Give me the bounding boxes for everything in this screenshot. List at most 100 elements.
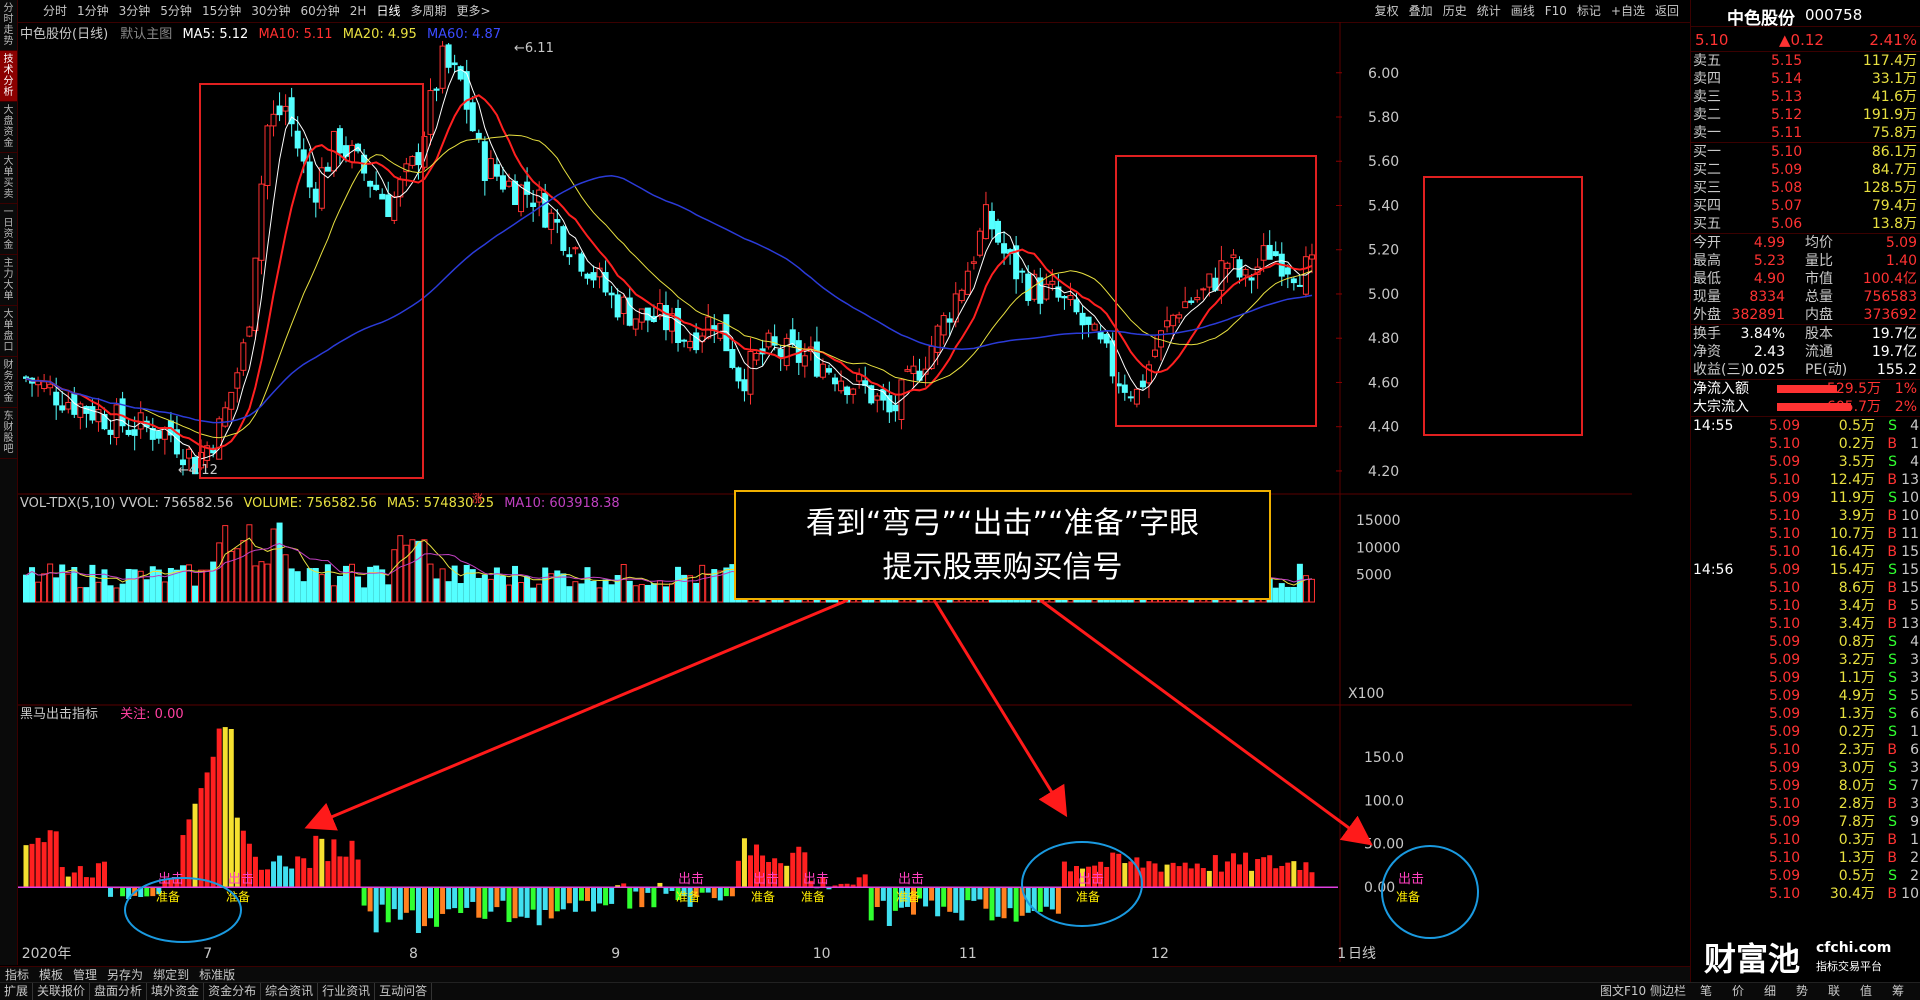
volume-bar [584,567,591,603]
left-tab[interactable]: 东财股吧 [0,408,17,459]
bid-row[interactable]: 买二 5.09 84.7万 [1691,161,1920,179]
trade-ticks[interactable]: 14:55 5.09 0.5万 S 4 5.10 0.2万 B 1 5.09 3.5万 S 4 5.10 1… [1691,417,1920,903]
period-tab[interactable]: 更多> [451,0,495,22]
left-tab[interactable]: 技术分析 [0,51,17,102]
indicator-bar [566,887,572,904]
period-tab[interactable]: 1分钟 [72,0,114,22]
indicator-bar [421,887,427,927]
ask-row[interactable]: 卖三 5.13 41.6万 [1691,88,1920,106]
candle-body [1067,295,1074,300]
indicator-bar [1194,863,1200,888]
left-tab[interactable]: 大单盘口 [0,306,17,357]
left-tab[interactable]: 大盘资金 [0,102,17,153]
highlight-box [1115,155,1317,427]
bid-row[interactable]: 买四 5.07 79.4万 [1691,197,1920,215]
status-tab[interactable]: 互动问答 [375,983,433,1000]
trade-price: 5.09 [1769,688,1801,704]
volume-bar [614,575,621,603]
book-volume: 117.4万 [1862,53,1917,69]
period-tab[interactable]: 15分钟 [197,0,246,22]
period-tab[interactable]: 5分钟 [155,0,197,22]
quote-tab[interactable]: 细 [1754,983,1786,1000]
quote-tab[interactable]: 联 [1818,983,1850,1000]
indicator-tab[interactable]: 标准版 [194,967,240,983]
indicator-bar [741,838,747,888]
candle-body [300,149,307,162]
period-tab[interactable]: 分时 [38,0,72,22]
volume-bar [505,584,512,603]
price-tick-label: 6.00 [1368,66,1399,82]
period-tab[interactable]: 2H [345,0,372,22]
quote-tab[interactable]: 筹 [1882,983,1914,1000]
toolbar-action[interactable]: 叠加 [1404,0,1438,22]
left-tab[interactable]: 大单买卖 [0,153,17,204]
ask-row[interactable]: 卖一 5.11 75.8万 [1691,124,1920,142]
indicator-tab[interactable]: 指标 [0,967,34,983]
candle-body [518,184,525,213]
toolbar-action[interactable]: 复权 [1370,0,1404,22]
marker-zhang: 涨 [472,492,483,505]
indicator-bar [953,887,959,913]
ask-row[interactable]: 卖二 5.12 191.9万 [1691,106,1920,124]
indicator-bar [1164,864,1170,888]
toolbar-action[interactable]: 标记 [1572,0,1606,22]
indicator-tab[interactable]: 绑定到 [148,967,194,983]
volume-bar [77,587,84,603]
bid-row[interactable]: 买一 5.10 86.1万 [1691,143,1920,161]
toolbar-action[interactable]: 返回 [1650,0,1684,22]
indicator-tab[interactable]: 另存为 [102,967,148,983]
quote-tab[interactable]: 值 [1850,983,1882,1000]
signal-chuji: 出击 [1398,872,1424,887]
trade-row: 14:56 5.09 15.4万 S 15 [1691,561,1920,579]
toolbar-action[interactable]: F10 [1540,0,1572,22]
status-tab[interactable]: 综合资讯 [261,983,319,1000]
period-tab[interactable]: 日线 [371,0,405,22]
status-tab[interactable]: 资金分布 [204,983,262,1000]
indicator-bar [572,887,578,912]
bid-row[interactable]: 买五 5.06 13.8万 [1691,215,1920,233]
left-tab[interactable]: 一日资金 [0,204,17,255]
indicator-bar [1224,861,1230,888]
trade-count: 4 [1910,634,1919,650]
period-tab[interactable]: 30分钟 [246,0,295,22]
candle-body [958,289,965,302]
toolbar-action[interactable]: +自选 [1606,0,1650,22]
bid-row[interactable]: 买三 5.08 128.5万 [1691,179,1920,197]
indicator-tab[interactable]: 模板 [34,967,68,983]
left-tab[interactable]: 主力大单 [0,255,17,306]
period-tab[interactable]: 多周期 [405,0,451,22]
status-right[interactable]: 图文F10 侧边栏 [1600,983,1686,1000]
indicator-bar [494,887,500,908]
trade-side: S [1888,688,1897,704]
indicator-bar [150,887,156,897]
quote-tab[interactable]: 势 [1786,983,1818,1000]
ask-row[interactable]: 卖五 5.15 117.4万 [1691,52,1920,70]
ask-row[interactable]: 卖四 5.14 33.1万 [1691,70,1920,88]
trade-price: 5.09 [1769,670,1801,686]
left-tab[interactable]: 分时走势 [0,0,17,51]
indicator-bar [1309,872,1315,888]
candle-body [560,226,567,251]
candle-body [753,352,760,361]
status-tab[interactable]: 扩展 [0,983,34,1000]
period-tab[interactable]: 60分钟 [296,0,345,22]
stat-cell: 市值 [1805,271,1833,287]
candle-body [566,254,573,258]
period-tab[interactable]: 3分钟 [114,0,156,22]
status-tab[interactable]: 行业资讯 [318,983,376,1000]
toolbar-action[interactable]: 历史 [1438,0,1472,22]
toolbar-action[interactable]: 画线 [1506,0,1540,22]
indicator-bar [1200,868,1206,888]
quote-tab[interactable]: 笔 [1690,983,1722,1000]
indicator-tab[interactable]: 管理 [68,967,102,983]
quote-tab[interactable]: 价 [1722,983,1754,1000]
status-tab[interactable]: 关联报价 [33,983,91,1000]
status-tab[interactable]: 盘面分析 [90,983,148,1000]
signal-zhunbei: 准备 [1396,890,1420,904]
candle-body [1176,314,1183,319]
indicator-bar [1170,862,1176,888]
status-tab[interactable]: 填外资金 [147,983,205,1000]
indicator-bar [355,859,361,888]
left-tab[interactable]: 财务资金 [0,357,17,408]
toolbar-action[interactable]: 统计 [1472,0,1506,22]
